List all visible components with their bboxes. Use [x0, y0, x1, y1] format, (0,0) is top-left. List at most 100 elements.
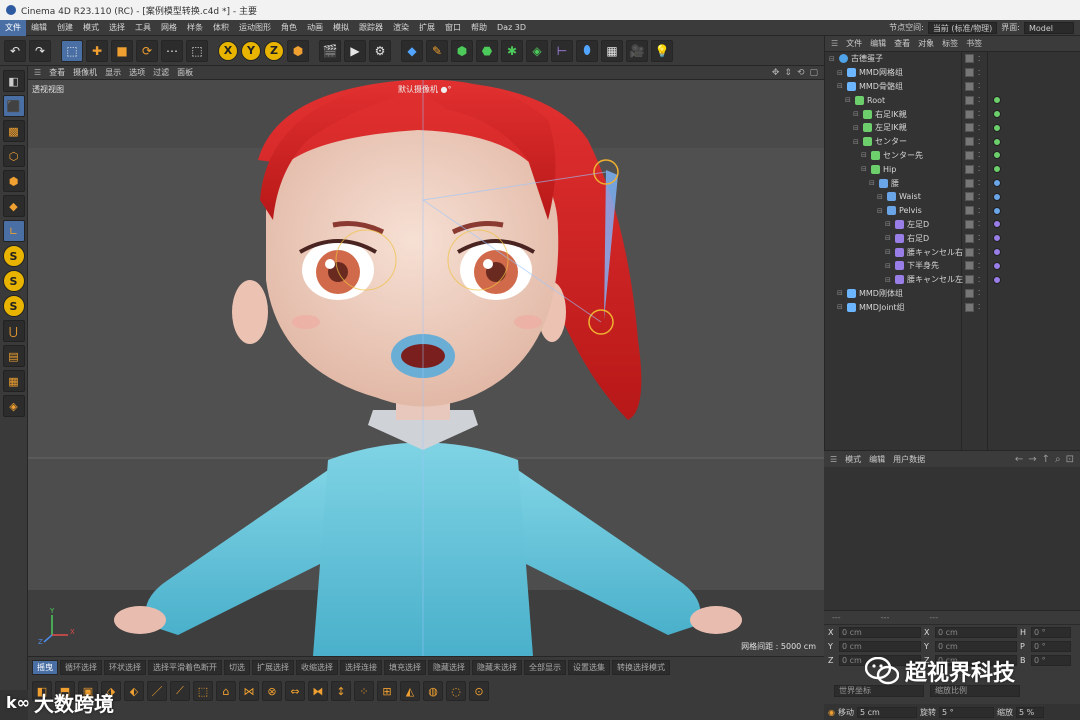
tree-row[interactable]: ⊟ 腰キャンセル左 ⁚ [825, 273, 1080, 287]
editor-render-dots-icon[interactable]: ⁚ [978, 55, 980, 63]
joint-tag-icon[interactable] [993, 206, 1001, 215]
expand-toggle-icon[interactable]: ⊟ [885, 262, 893, 270]
field-icon[interactable]: ⊢ [551, 39, 573, 62]
slide-icon[interactable]: ⇔ [285, 681, 305, 701]
expand-toggle-icon[interactable]: ⊟ [837, 303, 845, 311]
layout-dropdown[interactable]: Model [1024, 21, 1074, 34]
axis-mode-icon[interactable]: ∟ [2, 220, 25, 242]
magnet-icon[interactable]: ⋃ [2, 320, 25, 342]
menu-item-simulate[interactable]: 模拟 [328, 20, 354, 36]
visibility-checkbox[interactable] [965, 178, 974, 188]
expand-toggle-icon[interactable]: ⊟ [861, 165, 869, 173]
tab-ring-select[interactable]: 环状选择 [104, 660, 146, 675]
tab-jiggle[interactable]: 摇曳 [32, 660, 58, 675]
visibility-checkbox[interactable] [965, 68, 974, 78]
visibility-checkbox[interactable] [965, 192, 974, 202]
expand-toggle-icon[interactable]: ⊟ [837, 82, 845, 90]
extrude-icon[interactable]: ⬣ [476, 39, 498, 62]
position-y-field[interactable]: 0 cm [839, 640, 921, 652]
editor-render-dots-icon[interactable]: ⁚ [978, 234, 980, 242]
joint-tag-icon[interactable] [993, 165, 1001, 174]
tab-hide-unselected[interactable]: 隐藏未选择 [472, 660, 522, 675]
knife-icon[interactable]: ／ [147, 681, 167, 701]
move-step-field[interactable]: 5 cm [856, 706, 917, 718]
joint-tag-icon[interactable] [993, 137, 1001, 146]
tab-fill-select[interactable]: 填充选择 [384, 660, 426, 675]
visibility-checkbox[interactable] [965, 219, 974, 229]
loop-cut-icon[interactable]: ⬚ [193, 681, 213, 701]
editor-render-dots-icon[interactable]: ⁚ [978, 207, 980, 215]
grid-icon[interactable]: ▦ [2, 370, 25, 392]
attr-menu-user-data[interactable]: 用户数据 [893, 454, 925, 465]
visibility-checkbox[interactable] [965, 261, 974, 271]
tab-select-connected[interactable]: 选择连接 [340, 660, 382, 675]
visibility-checkbox[interactable] [965, 54, 974, 64]
rotate-icon[interactable]: ⟳ [136, 39, 158, 62]
tab-convert-selection[interactable]: 转换选择模式 [612, 660, 670, 675]
joint-tag-icon[interactable] [993, 151, 1001, 160]
joint-tag-icon[interactable] [993, 220, 1001, 229]
rotation-b-field[interactable]: 0 ° [1031, 654, 1071, 666]
redo-icon[interactable]: ↷ [29, 39, 51, 62]
menu-item-render[interactable]: 渲染 [388, 20, 414, 36]
editor-render-dots-icon[interactable]: ⁚ [978, 289, 980, 297]
edges-mode-icon[interactable]: ⬢ [2, 170, 25, 192]
points-mode-icon[interactable]: ⬡ [2, 145, 25, 167]
align-normals-icon[interactable]: ↕ [331, 681, 351, 701]
viewport-menu-panel[interactable]: 面板 [177, 67, 193, 78]
viewport-menu-options[interactable]: 选项 [129, 67, 145, 78]
tree-row[interactable]: ⊟ 腰 ⁚ [825, 176, 1080, 190]
visibility-checkbox[interactable] [965, 206, 974, 216]
joint-tag-icon[interactable] [993, 110, 1001, 119]
snap-settings-icon[interactable]: S [2, 270, 25, 292]
tree-row[interactable]: ⊟ 左足IK親 ⁚ [825, 121, 1080, 135]
mirror-icon[interactable]: ⧓ [308, 681, 328, 701]
rotation-p-field[interactable]: 0 ° [1031, 640, 1071, 652]
live-selection-icon[interactable]: ⬚ [61, 39, 83, 62]
om-menu-object[interactable]: 对象 [918, 38, 934, 49]
tree-row[interactable]: ⊟ Root ⁚ [825, 93, 1080, 107]
visibility-checkbox[interactable] [965, 95, 974, 105]
size-x-field[interactable]: 0 cm [935, 626, 1017, 638]
selection-filter-icon[interactable]: ⬚ [186, 39, 208, 62]
weld-icon[interactable]: ⊗ [262, 681, 282, 701]
menu-item-mode[interactable]: 模式 [78, 20, 104, 36]
visibility-checkbox[interactable] [965, 81, 974, 91]
tab-cut-select[interactable]: 切选 [224, 660, 250, 675]
tree-row[interactable]: ⊟ Hip ⁚ [825, 162, 1080, 176]
camera-label[interactable]: 默认摄像机 ●° [398, 84, 452, 95]
visibility-checkbox[interactable] [965, 164, 974, 174]
expand-toggle-icon[interactable]: ⊟ [853, 124, 861, 132]
render-picture-viewer-icon[interactable]: ▶ [344, 39, 366, 62]
camera-icon[interactable]: 🎥 [626, 39, 648, 62]
editor-render-dots-icon[interactable]: ⁚ [978, 179, 980, 187]
expand-toggle-icon[interactable]: ⊟ [877, 193, 885, 201]
light-icon[interactable]: 💡 [651, 39, 673, 62]
tree-row[interactable]: ⊟ Pelvis ⁚ [825, 204, 1080, 218]
menu-item-mograph[interactable]: 运动图形 [234, 20, 276, 36]
editor-render-dots-icon[interactable]: ⁚ [978, 138, 980, 146]
menu-item-edit[interactable]: 编辑 [26, 20, 52, 36]
visibility-checkbox[interactable] [965, 123, 974, 133]
editor-render-dots-icon[interactable]: ⁚ [978, 124, 980, 132]
tree-row[interactable]: ⊟ 左足D ⁚ [825, 218, 1080, 232]
pan-icon[interactable]: ✥ [772, 68, 780, 78]
expand-toggle-icon[interactable]: ⊟ [869, 179, 877, 187]
om-menu-file[interactable]: 文件 [846, 38, 862, 49]
lock-icon[interactable]: ⊡ [1066, 454, 1074, 465]
subdivision-icon[interactable]: ⬢ [451, 39, 473, 62]
snap-icon[interactable]: S [2, 245, 25, 267]
om-menu-view[interactable]: 查看 [894, 38, 910, 49]
x-axis-icon[interactable]: X [218, 40, 238, 61]
coordinate-system-icon[interactable]: ⬢ [287, 39, 309, 62]
tree-row[interactable]: ⊟ MMD网格组 ⁚ [825, 66, 1080, 80]
orbit-icon[interactable]: ⟲ [797, 68, 805, 78]
menu-item-tools[interactable]: 工具 [130, 20, 156, 36]
floor-icon[interactable]: ▦ [601, 39, 623, 62]
visibility-checkbox[interactable] [965, 137, 974, 147]
menu-item-select[interactable]: 选择 [104, 20, 130, 36]
tab-grow-select[interactable]: 扩展选择 [252, 660, 294, 675]
optimize-icon[interactable]: ⁘ [354, 681, 374, 701]
visibility-checkbox[interactable] [965, 288, 974, 298]
cloner-icon[interactable]: ✱ [501, 39, 523, 62]
